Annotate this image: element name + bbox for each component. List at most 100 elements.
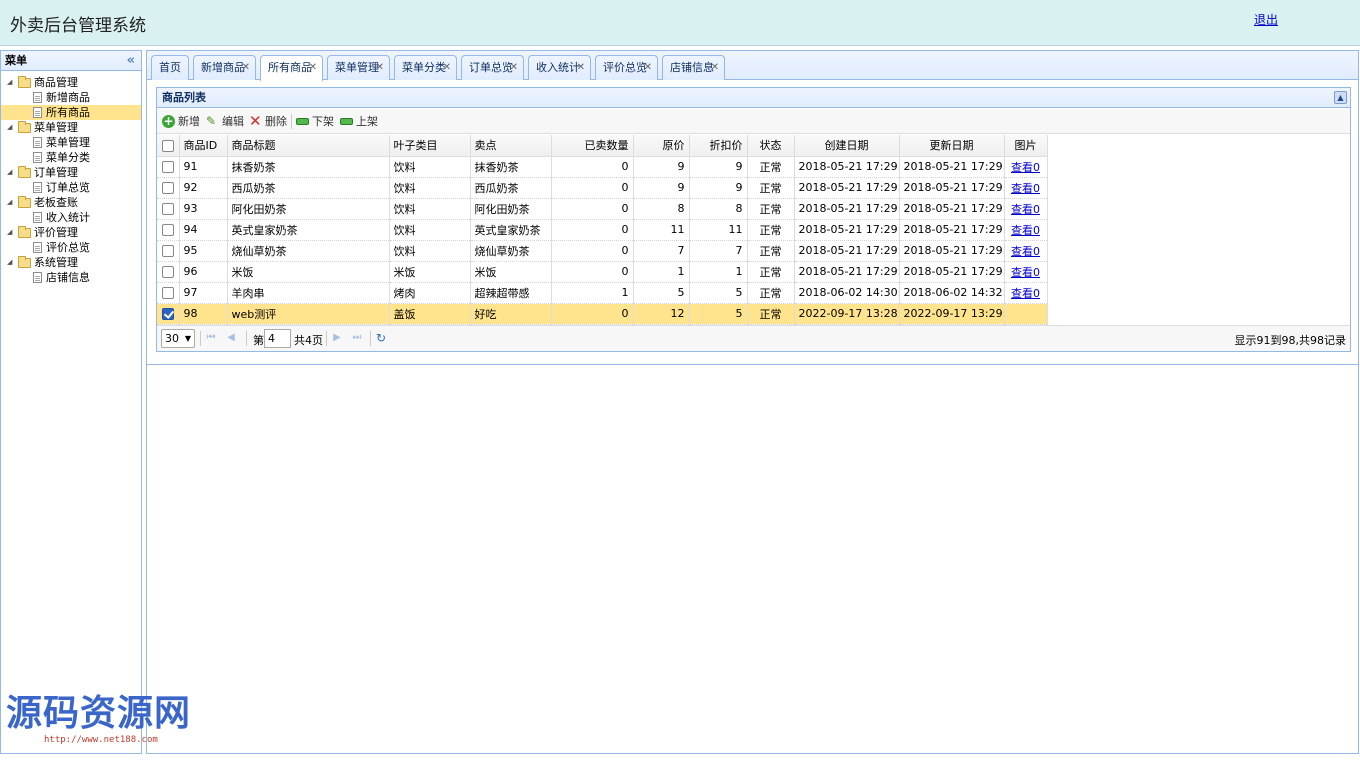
page-number-input[interactable] [264,329,291,348]
tree-leaf[interactable]: 菜单管理 [1,135,141,150]
tab[interactable]: 菜单分类 ✕ [394,55,457,80]
row-checkbox[interactable] [161,203,174,215]
expand-triangle-icon[interactable]: ◢ [7,75,12,90]
col-header[interactable]: 创建日期 [794,135,900,157]
tab[interactable]: 店铺信息 ✕ [662,55,725,80]
view-image-link[interactable]: 查看0 [1011,161,1040,174]
pagination-bar: 30 ▼ ⏮ ◀ 第 共4页 ▶ ⏭ ↻ 显示91到98,共98记录 [157,325,1350,351]
table-row[interactable]: 93阿化田奶茶饮料阿化田奶茶088正常2018-05-21 17:29:5620… [157,198,1048,220]
col-header[interactable]: 更新日期 [899,135,1005,157]
page-size-select[interactable]: 30 ▼ [161,329,195,348]
add-button[interactable]: + 新增 [162,114,200,129]
table-row[interactable]: 92西瓜奶茶饮料西瓜奶茶099正常2018-05-21 17:29:562018… [157,177,1048,199]
row-checkbox[interactable] [161,182,174,194]
close-tab-icon[interactable]: ✕ [510,56,518,79]
tab[interactable]: 首页 [151,55,189,80]
cell-updated: 2022-09-17 13:29:03 [899,303,1005,325]
view-image-link[interactable]: 查看0 [1011,266,1040,279]
close-tab-icon[interactable]: ✕ [443,56,451,79]
col-header[interactable]: 折扣价 [689,135,748,157]
table-row[interactable]: 91抹香奶茶饮料抹香奶茶099正常2018-05-21 17:29:562018… [157,156,1048,178]
last-page-icon[interactable]: ⏭ [350,331,364,345]
tree-node[interactable]: ◢ 商品管理 [1,75,141,90]
next-page-icon[interactable]: ▶ [330,331,344,345]
col-header[interactable]: 卖点 [470,135,552,157]
close-tab-icon[interactable]: ✕ [644,56,652,79]
tree-leaf[interactable]: 所有商品 [1,105,141,120]
cell-price: 11 [633,219,690,241]
tree-leaf[interactable]: 收入统计 [1,210,141,225]
cell-id: 95 [179,240,228,262]
view-image-link[interactable]: 查看0 [1011,203,1040,216]
expand-triangle-icon[interactable]: ◢ [7,225,12,240]
edit-button[interactable]: ✎ 编辑 [206,114,244,129]
close-tab-icon[interactable]: ✕ [711,56,719,79]
tab[interactable]: 收入统计 ✕ [528,55,591,80]
table-row[interactable]: 94英式皇家奶茶饮料英式皇家奶茶01111正常2018-05-21 17:29:… [157,219,1048,241]
col-header[interactable]: 已卖数量 [551,135,634,157]
refresh-icon[interactable]: ↻ [374,331,388,345]
cell-updated: 2018-05-21 17:29:56 [899,177,1005,199]
tree-leaf[interactable]: 新增商品 [1,90,141,105]
table-row[interactable]: 98web测评盖饭好吃0125正常2022-09-17 13:28:222022… [157,303,1048,325]
col-header[interactable]: 状态 [747,135,795,157]
row-checkbox[interactable] [161,224,174,236]
row-checkbox[interactable] [161,161,174,173]
off-shelf-icon [296,118,309,125]
table-row[interactable]: 96米饭米饭米饭011正常2018-05-21 17:29:562018-05-… [157,261,1048,283]
view-image-link[interactable]: 查看0 [1011,224,1040,237]
tab[interactable]: 所有商品 ✕ [260,55,323,81]
col-header[interactable]: 叶子类目 [389,135,471,157]
col-header[interactable]: 原价 [633,135,690,157]
logout-link[interactable]: 退出 [1254,11,1278,28]
tab[interactable]: 评价总览 ✕ [595,55,658,80]
panel-collapse-icon[interactable]: ▲ [1334,91,1347,104]
close-tab-icon[interactable]: ✕ [577,56,585,79]
expand-triangle-icon[interactable]: ◢ [7,120,12,135]
close-tab-icon[interactable]: ✕ [242,56,250,79]
view-image-link[interactable]: 查看0 [1011,182,1040,195]
off-shelf-button[interactable]: 下架 [296,114,334,129]
tab[interactable]: 菜单管理 ✕ [327,55,390,80]
panel-title: 商品列表 [162,91,206,104]
row-checkbox[interactable] [161,245,174,257]
tab[interactable]: 订单总览 ✕ [461,55,524,80]
tree-leaf[interactable]: 菜单分类 [1,150,141,165]
cell-category: 烤肉 [389,282,471,304]
collapse-sidebar-icon[interactable]: « [127,51,135,71]
on-shelf-button[interactable]: 上架 [340,114,378,129]
tree-node[interactable]: ◢ 订单管理 [1,165,141,180]
row-checkbox[interactable] [161,287,174,299]
expand-triangle-icon[interactable]: ◢ [7,165,12,180]
select-all-checkbox[interactable] [161,139,174,152]
tab-label: 收入统计 [536,61,580,74]
cell-image: 查看0 [1004,156,1048,178]
row-check-cell [157,156,180,178]
col-header[interactable]: 商品ID [179,135,228,157]
first-page-icon[interactable]: ⏮ [204,331,218,345]
tree-leaf[interactable]: 店铺信息 [1,270,141,285]
tree-node[interactable]: ◢ 系统管理 [1,255,141,270]
on-shelf-button-label: 上架 [356,115,378,128]
delete-button[interactable]: ✕ 删除 [249,114,287,129]
on-shelf-icon [340,118,353,125]
close-tab-icon[interactable]: ✕ [309,56,317,79]
tree-node[interactable]: ◢ 老板查账 [1,195,141,210]
expand-triangle-icon[interactable]: ◢ [7,195,12,210]
row-checkbox[interactable] [161,308,174,320]
expand-triangle-icon[interactable]: ◢ [7,255,12,270]
view-image-link[interactable]: 查看0 [1011,287,1040,300]
tree-node[interactable]: ◢ 评价管理 [1,225,141,240]
tab[interactable]: 新增商品 ✕ [193,55,256,80]
col-header[interactable]: 图片 [1004,135,1048,157]
table-row[interactable]: 95烧仙草奶茶饮料烧仙草奶茶077正常2018-05-21 17:29:5620… [157,240,1048,262]
row-checkbox[interactable] [161,266,174,278]
tree-leaf[interactable]: 订单总览 [1,180,141,195]
table-row[interactable]: 97羊肉串烤肉超辣超带感155正常2018-06-02 14:30:132018… [157,282,1048,304]
prev-page-icon[interactable]: ◀ [224,331,238,345]
tree-leaf[interactable]: 评价总览 [1,240,141,255]
col-header[interactable]: 商品标题 [227,135,390,157]
tree-node[interactable]: ◢ 菜单管理 [1,120,141,135]
close-tab-icon[interactable]: ✕ [376,56,384,79]
view-image-link[interactable]: 查看0 [1011,245,1040,258]
